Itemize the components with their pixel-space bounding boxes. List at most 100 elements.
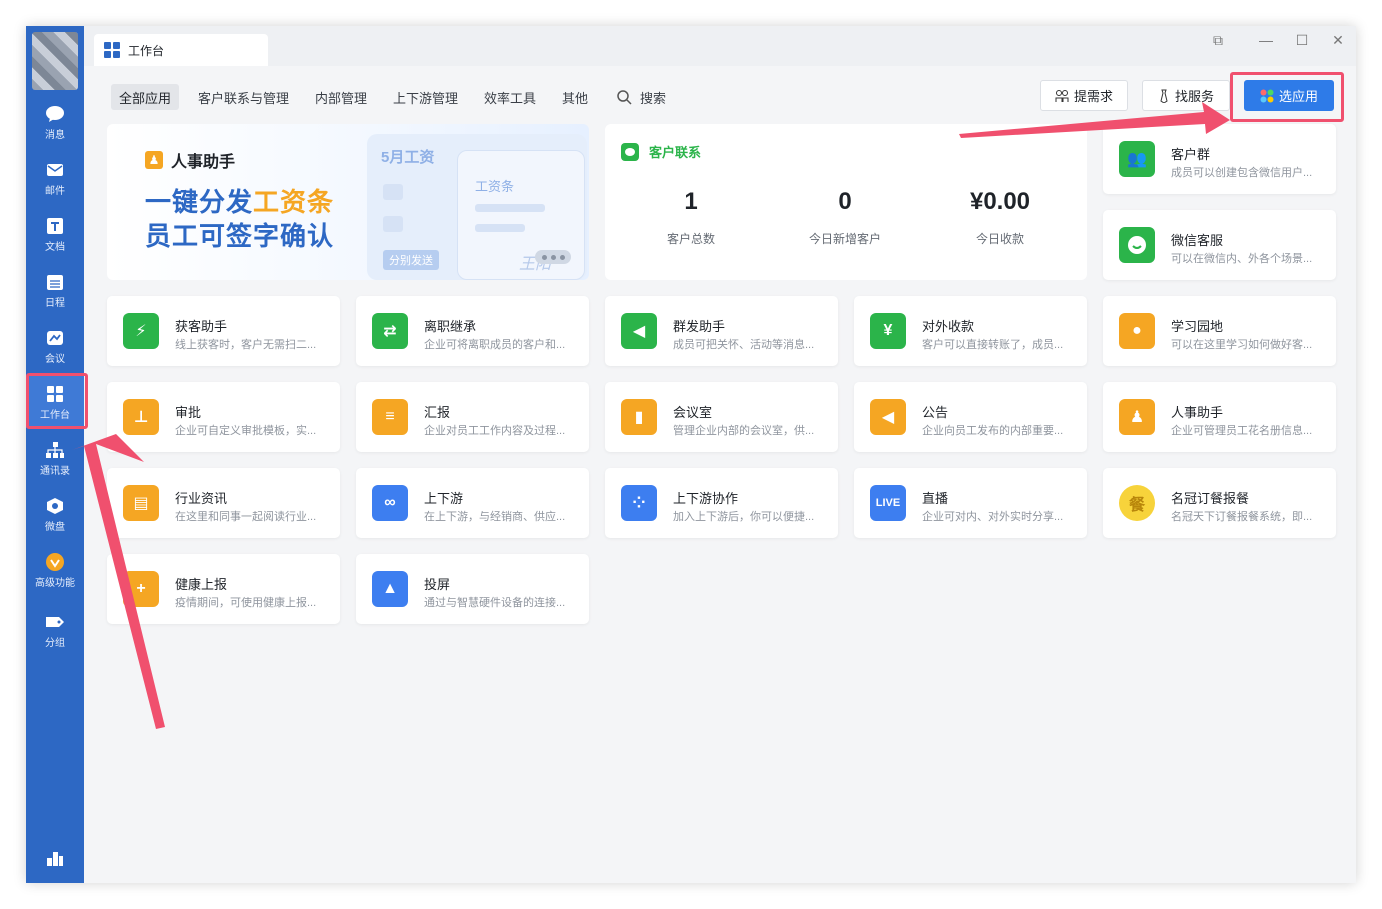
tie-icon <box>1160 89 1168 103</box>
search-label: 搜索 <box>640 90 667 106</box>
app-desc: 线上获客时，客户无需扫二... <box>175 339 317 351</box>
app-name: 离职继承 <box>424 319 477 334</box>
app-card[interactable]: ⁘ 上下游协作 加入上下游后，你可以便捷... <box>605 468 838 538</box>
app-desc: 加入上下游后，你可以便捷... <box>673 511 815 523</box>
category-tab-internal[interactable]: 内部管理 <box>307 84 375 110</box>
stat-label: 客户总数 <box>666 232 715 246</box>
sidebar-item-groups[interactable]: 分组 <box>26 604 84 656</box>
workbench-main: 全部应用 客户联系与管理 内部管理 上下游管理 效率工具 其他 搜索 提需求 找… <box>84 66 1356 883</box>
category-tab-all[interactable]: 全部应用 <box>111 84 180 110</box>
stat-value: ¥0.00 <box>969 188 1031 215</box>
app-card[interactable]: 餐 名冠订餐报餐名冠天下订餐报餐系统，即... <box>1103 468 1336 538</box>
category-tab-other[interactable]: 其他 <box>554 84 596 110</box>
close-icon[interactable]: ✕ <box>1326 30 1350 50</box>
customer-contact-card[interactable]: 客户联系 1 客户总数 0 今日新增客户 ¥0.00 今日收款 <box>605 124 1087 280</box>
person-icon: ♟ <box>145 151 163 169</box>
tab-bar: 工作台 ⧉ — ☐ ✕ <box>84 26 1356 66</box>
banner-month: 5月工资 <box>381 149 435 166</box>
service-label: 找服务 <box>1174 89 1214 104</box>
sidebar-bottom-button[interactable] <box>26 832 84 883</box>
app-desc: 通过与智慧硬件设备的连接... <box>424 597 566 609</box>
meal-icon: 餐 <box>1119 485 1155 521</box>
search-button[interactable]: 搜索 <box>608 84 674 110</box>
app-card-wechat-service[interactable]: 微信客服 可以在微信内、外各个场景... <box>1103 210 1336 280</box>
app-name: 会议室 <box>673 405 713 420</box>
app-card[interactable]: ∞ 上下游 在上下游，与经销商、供应... <box>356 468 589 538</box>
category-tab-efficiency[interactable]: 效率工具 <box>476 84 544 110</box>
app-card[interactable]: ⊥ 审批 企业可自定义审批模板，实... <box>107 382 340 452</box>
minimize-icon[interactable]: — <box>1254 30 1278 50</box>
avatar[interactable] <box>32 32 78 90</box>
app-card[interactable]: ⇄ 离职继承 企业可将离职成员的客户和... <box>356 296 589 366</box>
app-card[interactable]: ▲ 投屏 通过与智慧硬件设备的连接... <box>356 554 589 624</box>
live-icon: LIVE <box>870 485 906 521</box>
stat-new-customers: 0 今日新增客户 <box>775 188 915 247</box>
carousel-pager[interactable] <box>535 250 571 264</box>
sidebar-item-label: 日程 <box>45 297 65 309</box>
restore-down-icon[interactable]: ⧉ <box>1206 30 1230 50</box>
app-desc: 成员可把关怀、活动等消息... <box>673 339 815 351</box>
app-name: 上下游协作 <box>673 491 739 506</box>
app-card[interactable]: ♟ 人事助手 企业可管理员工花名册信息... <box>1103 382 1336 452</box>
app-card[interactable]: ≡ 汇报 企业对员工工作内容及过程... <box>356 382 589 452</box>
app-desc: 企业可对内、对外实时分享... <box>922 511 1064 523</box>
app-name: 汇报 <box>424 405 451 420</box>
meeting-icon <box>45 328 65 348</box>
app-desc: 名冠天下订餐报餐系统，即... <box>1171 511 1313 523</box>
app-card[interactable]: LIVE 直播 企业可对内、对外实时分享... <box>854 468 1087 538</box>
announce-icon: ◀ <box>870 399 906 435</box>
stat-value: 0 <box>838 188 852 215</box>
sidebar-item-label: 会议 <box>45 353 65 365</box>
app-card[interactable]: ● 学习园地 可以在这里学习如何做好客... <box>1103 296 1336 366</box>
app-name: 学习园地 <box>1171 319 1224 334</box>
app-name: 上下游 <box>424 491 464 506</box>
stat-value: 1 <box>684 188 698 215</box>
app-card-customer-group[interactable]: 👥 客户群 成员可以创建包含微信用户... <box>1103 124 1336 194</box>
workbench-icon <box>104 42 120 58</box>
placeholder-box <box>383 184 403 200</box>
app-name: 群发助手 <box>673 319 726 334</box>
app-card[interactable]: ◀ 公告 企业向员工发布的内部重要... <box>854 382 1087 452</box>
sidebar-item-calendar[interactable]: 日程 <box>26 264 84 316</box>
maximize-icon[interactable]: ☐ <box>1290 30 1314 50</box>
app-name: 健康上报 <box>175 577 228 592</box>
request-button[interactable]: 提需求 <box>1040 80 1128 111</box>
drive-icon <box>45 496 65 516</box>
stat-today-payment: ¥0.00 今日收款 <box>930 188 1070 247</box>
app-card[interactable]: ◀ 群发助手成员可把关怀、活动等消息... <box>605 296 838 366</box>
document-icon <box>45 216 65 236</box>
app-card[interactable]: + 健康上报 疫情期间，可使用健康上报... <box>107 554 340 624</box>
category-tab-customer[interactable]: 客户联系与管理 <box>190 84 297 110</box>
sidebar-item-messages[interactable]: 消息 <box>26 96 84 148</box>
tab-workbench[interactable]: 工作台 <box>94 34 268 66</box>
chart-icon <box>45 848 65 868</box>
app-name: 名冠订餐报餐 <box>1171 491 1250 506</box>
app-card[interactable]: ⚡ 获客助手 线上获客时，客户无需扫二... <box>107 296 340 366</box>
placeholder-bar <box>475 224 525 232</box>
wechat-icon <box>621 142 639 161</box>
sidebar-item-docs[interactable]: 文档 <box>26 208 84 260</box>
app-card[interactable]: ▮ 会议室 管理企业内部的会议室，供... <box>605 382 838 452</box>
search-icon <box>617 90 632 105</box>
clipboard-plus-icon: + <box>123 571 159 607</box>
banner-slip: 工资条 <box>475 179 515 194</box>
app-card[interactable]: ¥ 对外收款 客户可以直接转账了，成员... <box>854 296 1087 366</box>
megaphone-icon: ◀ <box>621 313 657 349</box>
sidebar-item-premium[interactable]: 高级功能 <box>26 544 84 596</box>
category-tab-supply-chain[interactable]: 上下游管理 <box>385 84 466 110</box>
sidebar-item-drive[interactable]: 微盘 <box>26 488 84 540</box>
app-desc: 企业可管理员工花名册信息... <box>1171 425 1313 437</box>
report-icon: ≡ <box>372 399 408 435</box>
app-card[interactable]: ▤ 行业资讯 在这里和同事一起阅读行业... <box>107 468 340 538</box>
sidebar-item-label: 分组 <box>45 637 65 649</box>
placeholder-box <box>383 216 403 232</box>
news-icon: ▤ <box>123 485 159 521</box>
chat-icon <box>45 104 65 124</box>
sidebar-item-mail[interactable]: 邮件 <box>26 152 84 204</box>
sidebar-item-meeting[interactable]: 会议 <box>26 320 84 372</box>
hr-assistant-banner[interactable]: 5月工资 工资条 分别发送 王阳 ♟ 人事助手 一键分发工资条 员工可签字确认 <box>107 124 589 280</box>
find-service-button[interactable]: 找服务 <box>1142 80 1230 111</box>
sidebar-item-contacts[interactable]: 通讯录 <box>26 432 84 484</box>
banner-title: ♟ 人事助手 <box>145 148 235 172</box>
app-window: 消息 邮件 文档 日程 会议 工作台 通讯录 微盘 高级功能 分组 工作台 ⧉ … <box>26 26 1356 883</box>
